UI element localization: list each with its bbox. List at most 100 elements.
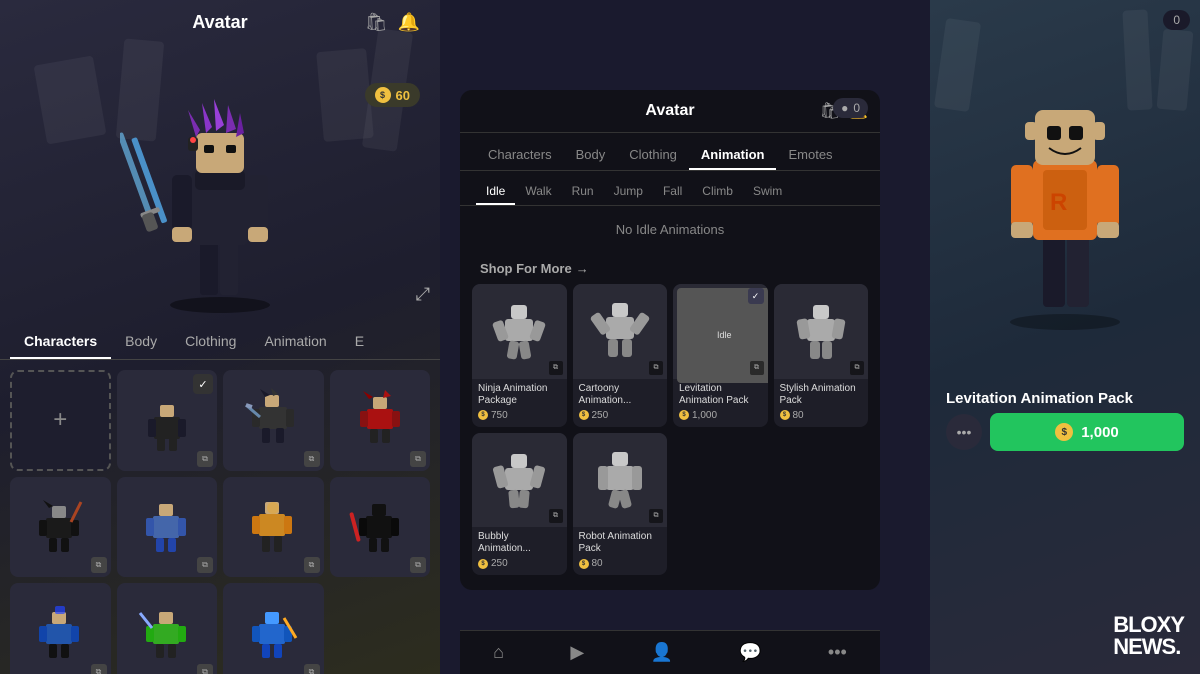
- mid-tab-clothing[interactable]: Clothing: [617, 141, 689, 170]
- mid-tab-animation[interactable]: Animation: [689, 141, 777, 170]
- shop-item-bubbly[interactable]: ⧉ Bubbly Animation... $ 250: [472, 433, 567, 576]
- price-coin-stylish: $: [780, 410, 790, 420]
- shop-arrow[interactable]: →: [576, 261, 589, 276]
- coin-amount: 60: [396, 88, 410, 103]
- char-svg-7: [345, 492, 415, 562]
- bloxy-suffix: NEWS.: [1113, 634, 1180, 659]
- shop-levitation-info: Levitation Animation Pack $ 1,000: [673, 379, 768, 427]
- right-panel: 0 R: [930, 0, 1200, 674]
- shop-stylish-copy: ⧉: [850, 361, 864, 375]
- shop-item-img-levitation: Idle ✓ ⧉: [673, 284, 768, 379]
- mid-coin-icon: ●: [841, 101, 848, 115]
- character-cell-10[interactable]: ⧉: [223, 583, 324, 674]
- mid-tab-body[interactable]: Body: [564, 141, 618, 170]
- buy-row: ••• $ 1,000: [930, 413, 1200, 451]
- character-cell-6[interactable]: ⧉: [223, 477, 324, 578]
- left-panel: Avatar 🛍 🔔: [0, 0, 440, 674]
- shop-ninja-info: Ninja Animation Package $ 750: [472, 379, 567, 427]
- mid-tab-characters[interactable]: Characters: [476, 141, 564, 170]
- nav-home-icon[interactable]: ⌂: [485, 634, 512, 671]
- tab-extra[interactable]: E: [341, 325, 378, 359]
- right-avatar-scene: R: [930, 0, 1200, 380]
- shop-item-ninja[interactable]: ⧉ Ninja Animation Package $ 750: [472, 284, 567, 427]
- expand-icon[interactable]: ⤢: [416, 284, 430, 305]
- bottom-nav: ⌂ ▶ 👤 💬 •••: [460, 630, 880, 674]
- shop-item-img-stylish: ⧉: [774, 284, 869, 379]
- shop-ninja-price: $ 750: [478, 410, 561, 421]
- shop-robot-name: Robot Animation Pack: [579, 531, 662, 555]
- character-cell-3[interactable]: ⧉: [330, 370, 431, 471]
- shop-stylish-info: Stylish Animation Pack $ 80: [774, 379, 869, 427]
- shop-item-img-bubbly: ⧉: [472, 433, 567, 528]
- copy-badge-10: ⧉: [304, 664, 320, 674]
- shop-bubbly-price: $ 250: [478, 558, 561, 569]
- sub-tab-jump[interactable]: Jump: [604, 179, 653, 205]
- price-value-cartoony: 250: [592, 410, 609, 421]
- mid-title: Avatar: [645, 102, 694, 120]
- coin-badge: $ 60: [365, 83, 420, 107]
- copy-badge-2: ⧉: [304, 451, 320, 467]
- shop-item-levitation[interactable]: Idle ✓ ⧉ Levitation Animation Pack $ 1,0…: [673, 284, 768, 427]
- cartoony-anim-svg: [584, 295, 656, 367]
- left-header-icons: 🛍 🔔: [365, 12, 420, 33]
- price-value-stylish: 80: [793, 410, 804, 421]
- mid-coin-amount: 0: [853, 101, 860, 115]
- copy-badge-9: ⧉: [197, 664, 213, 674]
- shop-item-robot[interactable]: ⧉ Robot Animation Pack $ 80: [573, 433, 668, 576]
- cart-icon[interactable]: 🛍: [365, 12, 388, 33]
- robot-anim-svg: [584, 444, 656, 516]
- sub-tab-idle[interactable]: Idle: [476, 179, 515, 205]
- buy-price: 1,000: [1081, 424, 1119, 441]
- character-cell-4[interactable]: ⧉: [10, 477, 111, 578]
- character-cell-9[interactable]: ⧉: [117, 583, 218, 674]
- bloxy-news-logo: BLOXY NEWS.: [1113, 614, 1184, 658]
- right-avatar-svg: R: [975, 50, 1155, 330]
- shop-item-stylish[interactable]: ⧉ Stylish Animation Pack $ 80: [774, 284, 869, 427]
- shop-robot-copy: ⧉: [649, 509, 663, 523]
- more-options-button[interactable]: •••: [946, 414, 982, 450]
- tab-animation[interactable]: Animation: [250, 325, 340, 359]
- character-cell-1[interactable]: ✓ ⧉: [117, 370, 218, 471]
- character-cell-2[interactable]: ⧉: [223, 370, 324, 471]
- character-cell-5[interactable]: ⧉: [117, 477, 218, 578]
- char-svg-6: [238, 492, 308, 562]
- middle-panel: Avatar 🛍 🔔 ● 0 Characters Body Clothing …: [460, 90, 880, 590]
- price-coin-levitation: $: [679, 410, 689, 420]
- add-character-cell[interactable]: +: [10, 370, 111, 471]
- nav-play-icon[interactable]: ▶: [562, 634, 592, 671]
- character-cell-8[interactable]: ⧉: [10, 583, 111, 674]
- mid-header: Avatar 🛍 🔔 ● 0: [460, 90, 880, 133]
- left-title: Avatar: [192, 12, 247, 33]
- shop-item-cartoony[interactable]: ⧉ Cartoony Animation... $ 250: [573, 284, 668, 427]
- sub-tab-fall[interactable]: Fall: [653, 179, 692, 205]
- copy-badge-8: ⧉: [91, 664, 107, 674]
- bell-icon[interactable]: 🔔: [398, 12, 420, 33]
- nav-chat-icon[interactable]: 💬: [731, 634, 769, 671]
- char-svg-4: [25, 492, 95, 562]
- sub-tab-walk[interactable]: Walk: [515, 179, 561, 205]
- mid-tab-emotes[interactable]: Emotes: [776, 141, 844, 170]
- sub-tab-run[interactable]: Run: [562, 179, 604, 205]
- copy-badge-6: ⧉: [304, 557, 320, 573]
- tab-characters[interactable]: Characters: [10, 325, 111, 359]
- price-value-ninja: 750: [491, 410, 508, 421]
- nav-avatar-icon[interactable]: 👤: [642, 634, 680, 671]
- shop-stylish-price: $ 80: [780, 410, 863, 421]
- sub-tab-swim[interactable]: Swim: [743, 179, 792, 205]
- tab-clothing[interactable]: Clothing: [171, 325, 250, 359]
- shop-levitation-price: $ 1,000: [679, 410, 762, 421]
- buy-button[interactable]: $ 1,000: [990, 413, 1184, 451]
- shop-ninja-copy: ⧉: [549, 361, 563, 375]
- copy-badge-5: ⧉: [197, 557, 213, 573]
- char-svg-5: [132, 492, 202, 562]
- shop-levitation-name: Levitation Animation Pack: [679, 383, 762, 407]
- char-svg-2: [238, 385, 308, 455]
- tab-body[interactable]: Body: [111, 325, 171, 359]
- price-value-bubbly: 250: [491, 558, 508, 569]
- character-cell-7[interactable]: ⧉: [330, 477, 431, 578]
- mid-coin-badge: ● 0: [833, 98, 868, 118]
- sub-tab-climb[interactable]: Climb: [692, 179, 743, 205]
- char-svg-8: [25, 598, 95, 668]
- nav-more-icon[interactable]: •••: [820, 634, 855, 671]
- shop-levitation-copy: ⧉: [750, 361, 764, 375]
